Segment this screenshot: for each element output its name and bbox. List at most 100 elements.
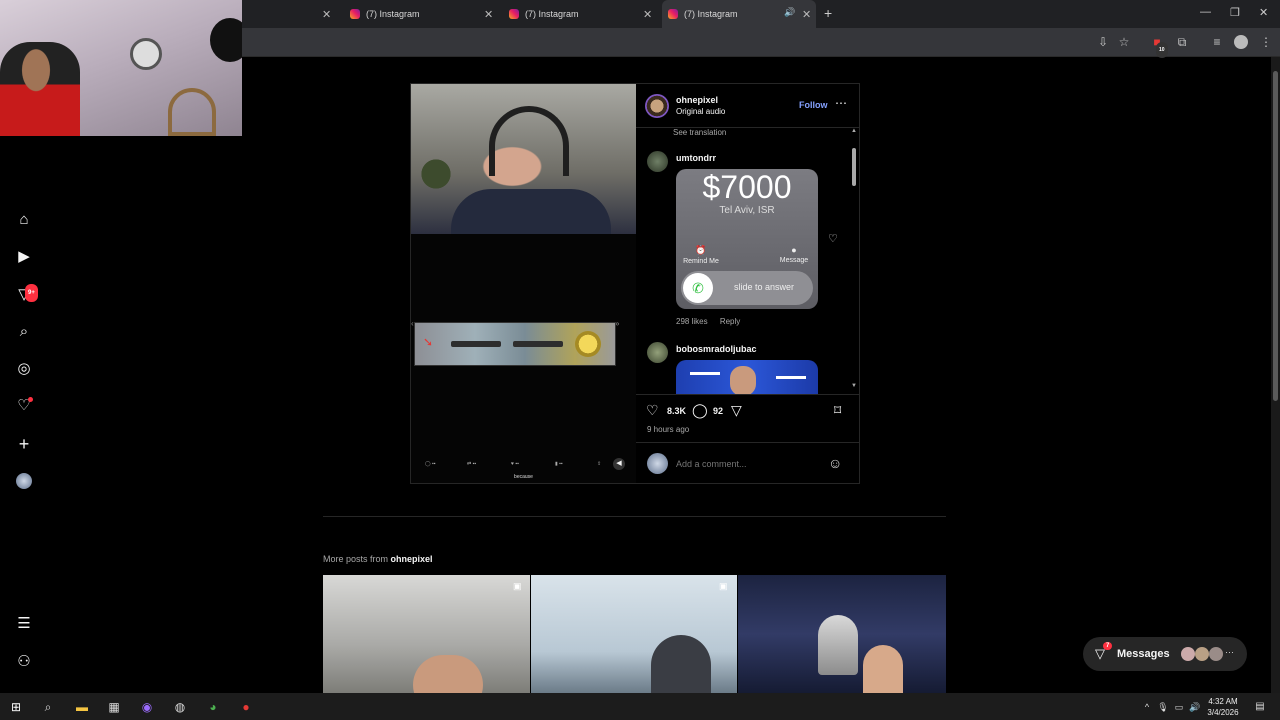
- extension-icon[interactable]: ■ 10: [1150, 35, 1168, 58]
- comment-icon[interactable]: ◯: [692, 402, 708, 419]
- browser-tab-2[interactable]: (7) Instagram ✕: [503, 0, 657, 28]
- comment-reply-button[interactable]: Reply: [720, 317, 740, 326]
- commenter-avatar[interactable]: [647, 151, 668, 172]
- create-icon[interactable]: +: [16, 435, 32, 453]
- comment-image-incoming-call: $7000 Tel Aviv, ISR ⏰ Remind Me ● Message …: [676, 169, 818, 309]
- stripe: [776, 376, 806, 379]
- media-control-icon[interactable]: ≡: [1210, 35, 1224, 49]
- home-icon[interactable]: ⌂: [16, 212, 32, 228]
- volume-icon[interactable]: ◀: [613, 458, 625, 470]
- views-count-icon: ▮ ▪▪: [555, 461, 563, 467]
- tab-title: (7) Instagram: [525, 9, 579, 19]
- rifle-skin: [451, 341, 501, 347]
- save-bookmark-icon[interactable]: ⌑: [834, 402, 841, 419]
- tab-title: (7) Instagram: [366, 9, 420, 19]
- comment-like-heart-icon[interactable]: ♡: [828, 232, 838, 245]
- close-icon[interactable]: ✕: [802, 8, 811, 21]
- skins-image: ➘: [414, 322, 616, 366]
- explore-icon[interactable]: ◎: [16, 361, 32, 377]
- emoji-icon[interactable]: ☺: [828, 455, 842, 471]
- tray-overflow-icon[interactable]: ^: [1140, 700, 1154, 714]
- microphone-icon[interactable]: 🎙: [1156, 700, 1170, 714]
- store-icon[interactable]: ▦: [107, 700, 121, 714]
- plant: [416, 144, 456, 204]
- browser-tab-1[interactable]: (7) Instagram ✕: [344, 0, 498, 28]
- original-audio-link[interactable]: Original audio: [676, 107, 725, 116]
- comment-username[interactable]: umtondrr: [676, 153, 716, 163]
- scroll-up-icon[interactable]: ▲: [851, 128, 857, 134]
- commenter-avatar[interactable]: [647, 342, 668, 363]
- alarm-icon: ⏰: [695, 245, 707, 255]
- chrome-icon[interactable]: ◕: [206, 700, 220, 714]
- speech-bubble-icon: ●: [791, 245, 797, 255]
- speaker-icon[interactable]: 🔊: [784, 7, 795, 18]
- steam-icon[interactable]: ◍: [173, 700, 187, 714]
- tweet-caption: because: [514, 474, 533, 480]
- page-scroll-thumb[interactable]: [1273, 71, 1278, 401]
- install-app-icon[interactable]: ⇩: [1096, 35, 1110, 49]
- window-close-icon[interactable]: ✕: [1259, 6, 1268, 19]
- more-posts-username[interactable]: ohnepixel: [391, 554, 433, 564]
- puzzle-extensions-icon[interactable]: ⧉: [1175, 35, 1189, 49]
- more-post-thumbnail-3[interactable]: [738, 575, 946, 693]
- follow-button[interactable]: Follow: [799, 100, 828, 110]
- more-options-icon[interactable]: ⋯: [835, 96, 848, 110]
- profile-avatar[interactable]: [1234, 35, 1248, 49]
- comment-input-divider: [636, 442, 859, 443]
- reels-icon[interactable]: ▶: [16, 249, 32, 265]
- bookmark-star-icon[interactable]: ☆: [1117, 35, 1131, 49]
- notifications-icon[interactable]: ▽ 9+: [16, 284, 38, 303]
- more-post-thumbnail-1[interactable]: ▣: [323, 575, 530, 693]
- comment-likes[interactable]: 298 likes: [676, 317, 708, 326]
- app-icon[interactable]: ●: [239, 700, 253, 714]
- page-scrollbar[interactable]: [1271, 57, 1280, 693]
- profile-avatar-icon[interactable]: [16, 473, 32, 489]
- browser-tab-3-active[interactable]: (7) Instagram 🔊 ✕: [662, 0, 816, 28]
- see-translation-link[interactable]: See translation: [673, 128, 726, 137]
- menu-icon[interactable]: ☰: [16, 616, 32, 632]
- system-clock[interactable]: 4:32 AM 3/4/2026: [1200, 696, 1246, 718]
- more-icon: ⋯: [1225, 647, 1234, 657]
- notification-center-icon[interactable]: ▤: [1253, 700, 1267, 714]
- restore-icon[interactable]: ❐: [1230, 6, 1240, 19]
- share-send-icon[interactable]: ▽: [731, 402, 742, 419]
- section-divider: [323, 516, 946, 517]
- trophy: [818, 615, 858, 675]
- notification-dot: [28, 397, 33, 402]
- discord-icon[interactable]: ◉: [140, 700, 154, 714]
- like-count-icon: ♥ ▪▪: [511, 461, 519, 467]
- post-video[interactable]: ‹ » because ➘ ◯ ▪▪ ⇄ ▪▪ ♥ ▪▪ ▮ ▪▪ ⇪ ◀: [411, 84, 636, 483]
- add-comment-input[interactable]: [676, 459, 816, 469]
- scroll-down-icon[interactable]: ▼: [851, 383, 857, 389]
- comments-scroll-thumb[interactable]: [852, 148, 856, 186]
- reel-icon: ▣: [719, 581, 728, 591]
- chair: [168, 88, 216, 136]
- more-post-thumbnail-2[interactable]: ▣: [531, 575, 737, 693]
- close-icon[interactable]: ✕: [484, 8, 493, 21]
- likes-count[interactable]: 8.3K: [667, 406, 686, 416]
- close-icon[interactable]: ✕: [643, 8, 652, 21]
- heart-icon[interactable]: ♡: [16, 397, 33, 414]
- notifications-badge: 9+: [25, 284, 38, 302]
- post-author-avatar[interactable]: [645, 94, 669, 118]
- messages-button[interactable]: ▽ 7 Messages ⋯: [1083, 637, 1247, 671]
- like-heart-icon[interactable]: ♡: [646, 402, 659, 419]
- windows-start-icon[interactable]: ⊞: [9, 700, 23, 714]
- new-tab-button[interactable]: +: [824, 5, 832, 21]
- comment-username[interactable]: bobosmradoljubac: [676, 344, 757, 354]
- search-icon[interactable]: ⌕: [16, 324, 32, 340]
- reply-count-icon: ◯ ▪▪: [425, 461, 436, 467]
- file-explorer-icon[interactable]: ▬: [75, 700, 89, 714]
- call-amount: $7000: [702, 169, 792, 205]
- minimize-icon[interactable]: —: [1200, 6, 1211, 18]
- slide-to-answer: ✆ slide to answer: [681, 271, 813, 305]
- person: [863, 645, 903, 693]
- apps-icon[interactable]: ⚇: [16, 654, 32, 670]
- post-author-username[interactable]: ohnepixel: [676, 95, 718, 105]
- browser-menu-icon[interactable]: ⋮: [1259, 35, 1273, 49]
- stripe: [690, 372, 720, 375]
- header-divider: [636, 127, 859, 128]
- taskbar-search-icon[interactable]: ⌕: [41, 700, 55, 714]
- network-icon[interactable]: ▭: [1172, 700, 1186, 714]
- conversation-avatar: [1195, 647, 1209, 661]
